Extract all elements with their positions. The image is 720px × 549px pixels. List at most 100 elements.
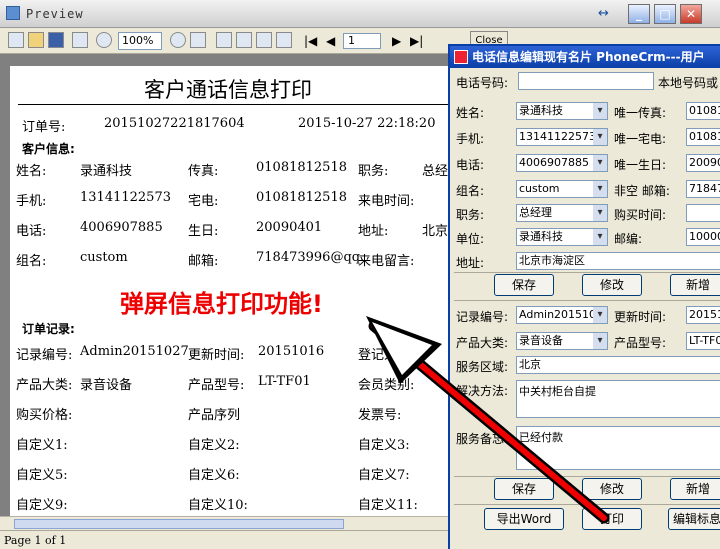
single-page-icon[interactable]: [216, 32, 232, 48]
job-select[interactable]: 总经理: [516, 204, 608, 222]
print-icon[interactable]: [8, 32, 24, 48]
update-time-label: 更新时间:: [614, 310, 667, 324]
group-select[interactable]: custom: [516, 180, 608, 198]
edit-label-button[interactable]: 编辑标息: [668, 508, 720, 530]
service-note-label: 服务备忘:: [456, 432, 509, 446]
horizontal-scrollbar[interactable]: [0, 516, 452, 530]
order-field-label: 自定义9:: [16, 498, 68, 513]
maximize-icon[interactable]: □: [654, 4, 676, 24]
fit-page-icon[interactable]: [190, 32, 206, 48]
annotation-text: 弹屏信息打印功能!: [120, 290, 323, 318]
customer-section-heading: 客户信息:: [22, 142, 75, 156]
unit-select[interactable]: 录通科技: [516, 228, 608, 246]
preview-titlebar: Preview _ □ ✕ ↔: [0, 0, 720, 28]
order-field-label: 自定义6:: [188, 468, 240, 483]
zip-input[interactable]: 100000: [686, 228, 720, 246]
zoom-select[interactable]: 100%: [118, 32, 162, 50]
order-field-label: 发票号:: [358, 408, 402, 423]
order-field-label: 自定义3:: [358, 438, 410, 453]
two-page-icon[interactable]: [236, 32, 252, 48]
dialog-title: 电话信息编辑现有名片 PhoneCrm---用户: [450, 46, 720, 68]
edit-card-dialog: 电话信息编辑现有名片 PhoneCrm---用户 电话号码: 本地号码或 姓名:…: [448, 44, 720, 549]
export-word-button[interactable]: 导出Word: [484, 508, 564, 530]
book-icon[interactable]: [256, 32, 272, 48]
order-field-value: 录音设备: [80, 378, 133, 393]
mobile-select[interactable]: 13141122573: [516, 128, 608, 146]
edit-button[interactable]: 修改: [582, 274, 642, 296]
address-label: 地址:: [456, 256, 485, 270]
next-page-icon[interactable]: ▶: [392, 34, 401, 48]
save-button[interactable]: 保存: [494, 274, 554, 296]
zip-label: 邮编:: [614, 232, 643, 246]
name-select[interactable]: 录通科技: [516, 102, 608, 120]
zoom-out-icon[interactable]: [170, 32, 186, 48]
fax-input[interactable]: 010818: [686, 102, 720, 120]
address-input[interactable]: 北京市海淀区: [516, 252, 720, 270]
zoom-in-icon[interactable]: [96, 32, 112, 48]
customer-field-label: 组名:: [16, 254, 47, 269]
email-input[interactable]: 718473: [686, 180, 720, 198]
divider: [454, 504, 720, 505]
category-select[interactable]: 录音设备: [516, 332, 608, 350]
divider: [454, 476, 720, 477]
update-time-input[interactable]: 201510: [686, 306, 720, 324]
add-button[interactable]: 新增: [670, 478, 720, 500]
customer-field-label: 来电时间:: [358, 194, 415, 209]
solution-label: 解决方法:: [456, 384, 509, 398]
order-field-label: 自定义5:: [16, 468, 68, 483]
save-icon[interactable]: [48, 32, 64, 48]
customer-field-value: 录通科技: [80, 164, 133, 179]
first-page-icon[interactable]: |◀: [304, 34, 317, 48]
purchase-time-input[interactable]: [686, 204, 720, 222]
solution-textarea[interactable]: 中关村柜台自提: [516, 380, 720, 418]
customer-field-value: 20090401: [256, 220, 323, 235]
order-field-label: 自定义11:: [358, 498, 418, 513]
close-icon[interactable]: ✕: [680, 4, 702, 24]
birthday-input[interactable]: 200904: [686, 154, 720, 172]
customer-field-label: 职务:: [358, 164, 389, 179]
customer-field-label: 姓名:: [16, 164, 47, 179]
customer-field-value: 北京: [422, 224, 449, 239]
last-page-icon[interactable]: ▶|: [410, 34, 423, 48]
divider: [18, 104, 448, 105]
divider: [454, 272, 720, 273]
prev-page-icon[interactable]: ◀: [326, 34, 335, 48]
order-field-label: 记录编号:: [16, 348, 73, 363]
status-bar: Page 1 of 1: [0, 530, 452, 549]
record-id-select[interactable]: Admin2015102: [516, 306, 608, 324]
page-number-input[interactable]: 1: [343, 33, 381, 49]
service-note-textarea[interactable]: 已经付款: [516, 426, 720, 470]
app-icon: [6, 6, 20, 20]
service-area-label: 服务区域:: [456, 360, 509, 374]
customer-field-label: 来电留言:: [358, 254, 415, 269]
divider: [454, 300, 720, 301]
add-button[interactable]: 新增: [670, 274, 720, 296]
order-field-value: Admin20151027: [80, 344, 189, 359]
minimize-icon[interactable]: _: [628, 4, 650, 24]
tel-label: 电话:: [456, 158, 485, 172]
restore-icon[interactable]: ↔: [598, 6, 609, 21]
unit-label: 单位:: [456, 232, 485, 246]
save-button[interactable]: 保存: [494, 478, 554, 500]
order-field-label: 产品型号:: [188, 378, 245, 393]
home-phone-input[interactable]: 010818: [686, 128, 720, 146]
model-input[interactable]: LT-TF0: [686, 332, 720, 350]
tel-select[interactable]: 4006907885: [516, 154, 608, 172]
order-field-label: 更新时间:: [188, 348, 245, 363]
order-field-label: 自定义7:: [358, 468, 410, 483]
page-title: 客户通话信息打印: [144, 78, 312, 102]
window-title: Preview: [26, 7, 84, 21]
open-folder-icon[interactable]: [28, 32, 44, 48]
edit-icon[interactable]: [276, 32, 292, 48]
print-button[interactable]: 打印: [582, 508, 642, 530]
edit-button[interactable]: 修改: [582, 478, 642, 500]
scroll-thumb[interactable]: [14, 519, 344, 529]
phone-input[interactable]: [518, 72, 654, 90]
order-section-heading: 订单记录:: [22, 322, 75, 336]
customer-field-label: 生日:: [188, 224, 219, 239]
customer-field-label: 地址:: [358, 224, 389, 239]
service-area-input[interactable]: 北京: [516, 356, 720, 374]
export-icon[interactable]: [72, 32, 88, 48]
customer-field-value: 718473996@qq.: [256, 250, 365, 265]
group-label: 组名:: [456, 184, 485, 198]
